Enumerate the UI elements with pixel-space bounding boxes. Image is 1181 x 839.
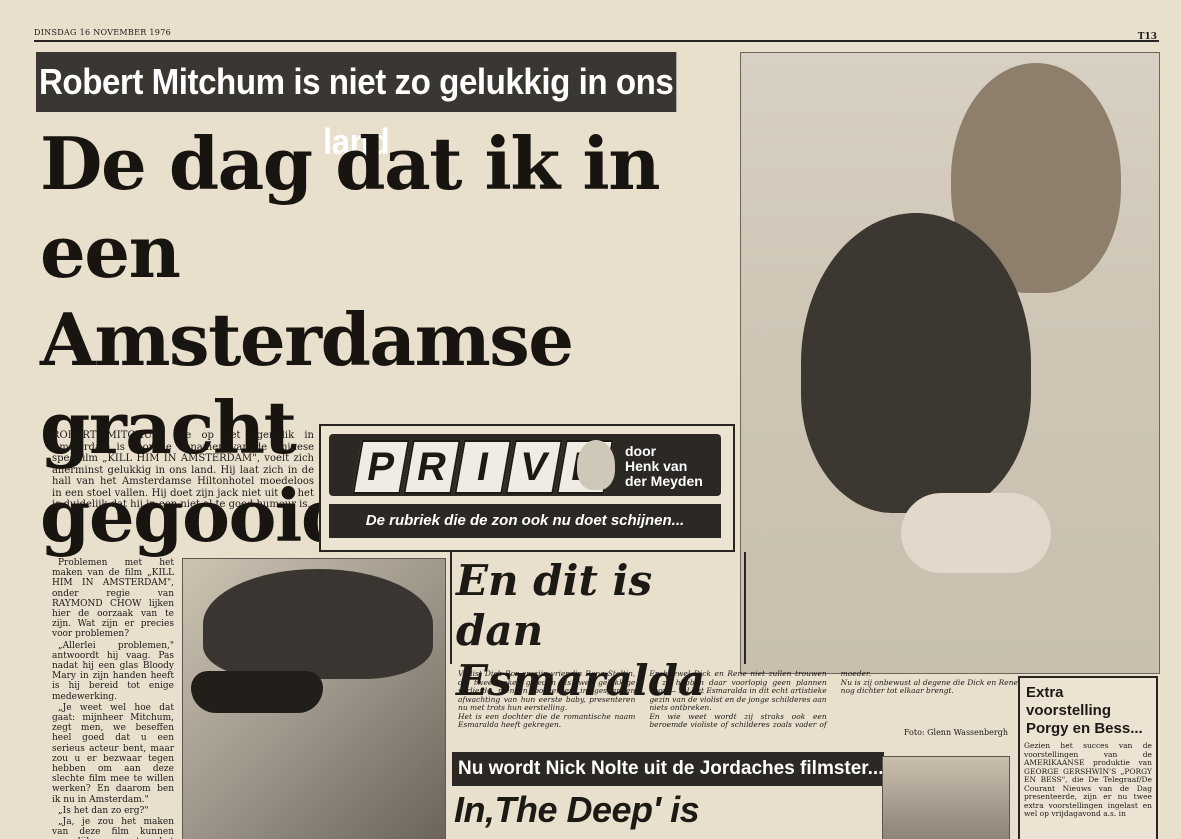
body-paragraph: „Is het dan zo erg?" — [58, 805, 149, 816]
header-rule — [34, 40, 1159, 42]
mitchum-photo — [182, 558, 446, 839]
prive-letter: R — [403, 440, 461, 494]
kicker-banner: Robert Mitchum is niet zo gelukkig in on… — [36, 52, 677, 162]
byline-name-2: der Meyden — [625, 473, 703, 489]
byline-door: door — [625, 443, 657, 459]
nolte-title: In‚The Deep' is Jacqueline — [454, 789, 700, 839]
prive-letter: P — [352, 440, 410, 494]
body-column-1: Problemen met het maken van de film „KIL… — [52, 558, 174, 839]
prive-letter: V — [505, 440, 563, 494]
esmaralda-paragraph: Violist Dick Bor en zijn vriendin Rene S… — [458, 669, 636, 712]
hair-shape — [203, 569, 433, 679]
nolte-kicker: Nu wordt Nick Nolte uit de Jordaches fil… — [452, 752, 884, 786]
headline-line-1: De dag dat ik in een — [40, 121, 661, 294]
body-paragraph: Problemen met het maken van de film „KIL… — [52, 558, 174, 640]
extra-text: Gezien het succes van de voorstellingen … — [1024, 741, 1152, 818]
esmaralda-paragraph: En hoewel Dick en Rene niet zullen trouw… — [649, 669, 827, 712]
jacqueline-photo — [882, 756, 1010, 839]
prive-logo: P R I V E door Henk van der Meyden — [329, 434, 721, 496]
columnist-face-icon — [577, 440, 615, 490]
sunglasses-shape — [191, 671, 323, 713]
lead-paragraph: ROBERT MITCHUM, die op het ogenblik in A… — [52, 430, 314, 510]
photo-credit: Foto: Glenn Wassenbergh — [903, 728, 1008, 737]
body-paragraph: „Ja, je zou het maken van deze film kunn… — [52, 817, 174, 839]
prive-letters: P R I V E — [352, 440, 614, 494]
couple-photo — [740, 52, 1160, 674]
prive-byline: door Henk van der Meyden — [625, 444, 703, 489]
prive-subtitle: De rubriek die de zon ook nu doet schijn… — [329, 504, 721, 538]
baby-portrait — [901, 493, 1051, 573]
byline-name-1: Henk van — [625, 458, 688, 474]
newspaper-page: DINSDAG 16 NOVEMBER 1976 T13 Robert Mitc… — [0, 0, 1181, 839]
prive-letter: I — [454, 440, 512, 494]
esmaralda-text: Violist Dick Bor en zijn vriendin Rene S… — [458, 669, 1018, 730]
body-paragraph: „Je weet wel hoe dat gaat: mijnheer Mitc… — [52, 702, 174, 805]
prive-column-box: P R I V E door Henk van der Meyden De ru… — [319, 424, 735, 552]
esmaralda-paragraph: Het is een dochter die de romantische na… — [458, 711, 636, 729]
esmaralda-title-1: En dit is dan — [456, 556, 653, 655]
esmaralda-paragraph: Nu is zij onbewust al degene die Dick en… — [840, 677, 1018, 695]
body-paragraph: „Allerlei problemen," antwoordt hij vaag… — [52, 640, 174, 702]
extra-title: Extra voorstelling Porgy en Bess... — [1020, 678, 1156, 740]
running-head: DINSDAG 16 NOVEMBER 1976 — [34, 28, 171, 37]
extra-performance-box: Extra voorstelling Porgy en Bess... Gezi… — [1018, 676, 1158, 839]
woman-portrait — [801, 213, 1031, 513]
